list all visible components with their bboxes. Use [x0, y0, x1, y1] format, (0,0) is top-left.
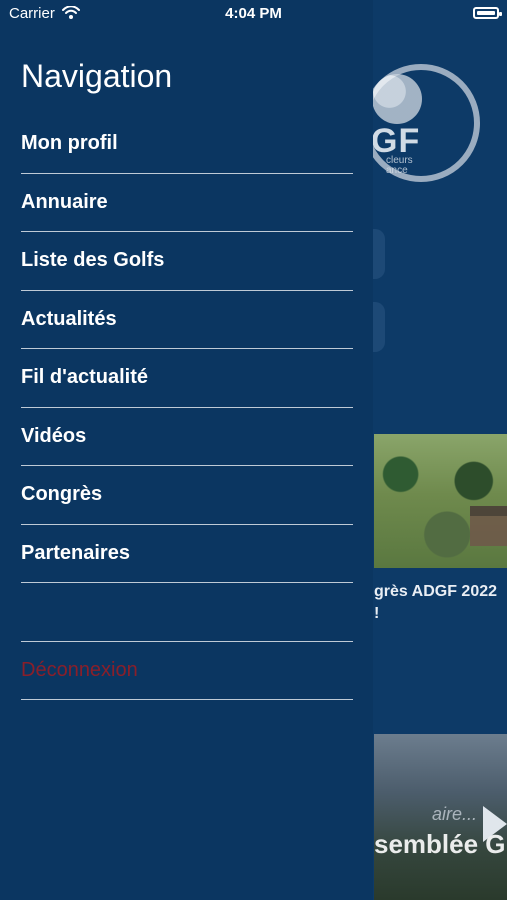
logo-subtitle: cleurs ance: [386, 156, 413, 176]
golf-ball-icon: [372, 74, 422, 124]
video-thumbnail[interactable]: aire... semblée G: [374, 734, 507, 900]
logo-subtitle-line2: ance: [386, 165, 408, 176]
news-image-building: [470, 506, 507, 546]
news-image[interactable]: [374, 434, 507, 568]
navigation-drawer: Navigation Mon profil Annuaire Liste des…: [0, 0, 373, 900]
battery-fill: [477, 11, 495, 15]
menu-item-congres[interactable]: Congrès: [21, 466, 353, 525]
status-bar: Carrier 4:04 PM: [0, 0, 507, 28]
menu-item-fil-actualite[interactable]: Fil d'actualité: [21, 349, 353, 408]
drawer-menu: Mon profil Annuaire Liste des Golfs Actu…: [21, 115, 353, 700]
news-title[interactable]: grès ADGF 2022: [374, 583, 507, 601]
drawer-title: Navigation: [21, 58, 173, 94]
menu-item-deconnexion[interactable]: Déconnexion: [21, 642, 353, 700]
menu-item-mon-profil[interactable]: Mon profil: [21, 115, 353, 174]
status-time: 4:04 PM: [225, 5, 282, 22]
menu-item-partenaires[interactable]: Partenaires: [21, 525, 353, 583]
menu-item-empty[interactable]: [21, 583, 353, 642]
news-title-2[interactable]: !: [374, 605, 379, 623]
menu-item-liste-des-golfs[interactable]: Liste des Golfs: [21, 232, 353, 291]
menu-item-videos[interactable]: Vidéos: [21, 408, 353, 466]
menu-item-annuaire[interactable]: Annuaire: [21, 174, 353, 232]
play-icon[interactable]: [483, 806, 507, 842]
video-text-1: aire...: [432, 804, 478, 824]
menu-item-actualites[interactable]: Actualités: [21, 291, 353, 349]
battery-icon: [473, 7, 502, 19]
